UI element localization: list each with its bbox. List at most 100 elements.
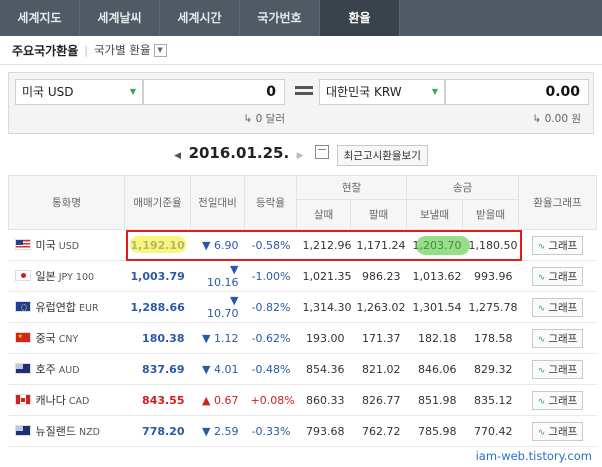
- table-row: 캐나다 CAD 843.55 ▲ 0.67 +0.08% 860.33 826.77 851.…: [8, 384, 597, 416]
- col-rate: 등락율: [244, 175, 297, 230]
- cash-sell-cell: 986.23: [350, 260, 407, 292]
- tab-world-map[interactable]: 세계지도: [0, 0, 80, 36]
- currency-code: JPY 100: [58, 272, 95, 283]
- remit-send-cell: 851.98: [406, 384, 463, 416]
- rate-cell: +0.08%: [244, 384, 297, 416]
- graph-icon: ∿: [537, 272, 546, 283]
- from-currency-select[interactable]: 미국 USD ▼: [15, 79, 143, 105]
- remit-send-cell: 1,013.62: [406, 260, 463, 292]
- graph-button[interactable]: ∿ 그래프: [531, 421, 584, 441]
- graph-button[interactable]: ∿ 그래프: [531, 390, 584, 410]
- graph-cell: ∿ 그래프: [518, 384, 597, 416]
- currency-code: NZD: [78, 427, 100, 438]
- change-cell: ▼ 10.70: [190, 291, 245, 323]
- col-cash-buy: 살때: [296, 199, 351, 230]
- table-row: ★ 중국 CNY 180.38 ▼ 1.12 -0.62% 193.00 171.37 182.…: [8, 322, 597, 354]
- cash-sell-cell: 821.02: [350, 353, 407, 385]
- currency-cell[interactable]: 캐나다 CAD: [8, 384, 125, 416]
- col-remit-receive: 받을때: [462, 199, 520, 230]
- flag-icon: [14, 270, 31, 281]
- remit-receive-cell: 1,275.78: [462, 291, 519, 323]
- currency-cell[interactable]: ★ 중국 CNY: [8, 322, 125, 354]
- col-currency: 통화명: [8, 175, 125, 230]
- from-amount-input[interactable]: 0: [143, 79, 285, 105]
- rate-cell: -0.82%: [244, 291, 297, 323]
- to-currency-select[interactable]: 대한민국 KRW ▼: [319, 79, 445, 105]
- graph-icon: ∿: [537, 427, 546, 438]
- standard-rate: 778.20: [124, 415, 191, 447]
- graph-button[interactable]: ∿ 그래프: [531, 328, 584, 348]
- currency-name: 중국: [35, 332, 56, 345]
- currency-name: 일본: [35, 270, 56, 283]
- prev-date-icon[interactable]: ◀: [174, 151, 181, 161]
- tab-country-code[interactable]: 국가번호: [240, 0, 320, 36]
- change-cell: ▼ 2.59: [190, 415, 245, 447]
- currency-code: AUD: [58, 365, 80, 376]
- exchange-rate-table: 통화명 매매기준율 전일대비 등락율 현찰 송금 환율그래프 살때 팔때 보낼때…: [8, 175, 598, 447]
- graph-button[interactable]: ∿ 그래프: [531, 297, 584, 317]
- graph-cell: ∿ 그래프: [518, 291, 597, 323]
- down-arrow-icon: ▼: [202, 424, 211, 438]
- flag-icon: [14, 239, 31, 250]
- change-value: 10.16: [207, 276, 239, 289]
- currency-name: 뉴질랜드: [35, 425, 76, 438]
- cash-buy-cell: 1,314.30: [296, 291, 351, 323]
- change-cell: ▲ 0.67: [190, 384, 245, 416]
- graph-button[interactable]: ∿ 그래프: [531, 266, 584, 286]
- tab-exchange-rate[interactable]: 환율: [320, 0, 400, 36]
- currency-cell[interactable]: 유럽연합 EUR: [8, 291, 125, 323]
- country-rate-dropdown[interactable]: 국가별 환율: [94, 42, 151, 58]
- graph-button-label: 그래프: [548, 363, 578, 376]
- flag-icon: ★: [14, 332, 31, 343]
- cash-sell-cell: 1,263.02: [350, 291, 407, 323]
- col-change: 전일대비: [190, 175, 245, 230]
- calendar-icon[interactable]: [315, 145, 330, 159]
- remit-send-cell: 182.18: [406, 322, 463, 354]
- down-arrow-icon: ▼: [202, 362, 211, 376]
- recent-rate-button[interactable]: 최근고시환율보기: [336, 144, 428, 166]
- tab-world-weather[interactable]: 세계날씨: [80, 0, 160, 36]
- rate-cell: -1.00%: [244, 260, 297, 292]
- graph-button-label: 그래프: [548, 425, 578, 438]
- divider: |: [84, 43, 88, 57]
- cash-sell-cell: 171.37: [350, 322, 407, 354]
- currency-converter: 미국 USD ▼ 0 대한민국 KRW ▼ 0.00 ↳ 0 달러 ↳ 0.00…: [8, 72, 594, 134]
- remit-receive-cell: 178.58: [462, 322, 519, 354]
- graph-icon: ∿: [537, 241, 546, 252]
- standard-rate: 1,288.66: [124, 291, 191, 323]
- table-row: 유럽연합 EUR 1,288.66 ▼ 10.70 -0.82% 1,314.30 1,26…: [8, 291, 597, 323]
- graph-button[interactable]: ∿ 그래프: [531, 235, 584, 255]
- down-arrow-icon: ▼: [202, 331, 211, 345]
- currency-cell[interactable]: 뉴질랜드 NZD: [8, 415, 125, 447]
- rate-cell: -0.33%: [244, 415, 297, 447]
- remit-send-cell: 1,301.54: [406, 291, 463, 323]
- graph-icon: ∿: [537, 396, 546, 407]
- change-value: 0.67: [214, 393, 239, 407]
- graph-button-label: 그래프: [548, 394, 578, 407]
- next-date-icon[interactable]: ▶: [297, 151, 304, 161]
- change-cell: ▼ 10.16: [190, 260, 245, 292]
- change-value: 1.12: [214, 331, 239, 345]
- from-amount-unit: ↳ 0 달러: [243, 113, 285, 125]
- currency-code: CAD: [68, 396, 90, 407]
- col-remit: 송금: [406, 175, 520, 200]
- currency-code: EUR: [78, 303, 99, 314]
- cash-sell-cell: 826.77: [350, 384, 407, 416]
- tab-world-time[interactable]: 세계시간: [160, 0, 240, 36]
- graph-button[interactable]: ∿ 그래프: [531, 359, 584, 379]
- currency-name: 캐나다: [35, 394, 66, 407]
- rate-cell: -0.62%: [244, 322, 297, 354]
- equals-icon: [295, 83, 313, 98]
- currency-cell[interactable]: 호주 AUD: [8, 353, 125, 385]
- to-amount-input[interactable]: 0.00: [445, 79, 589, 105]
- currency-name: 호주: [35, 363, 56, 376]
- currency-cell[interactable]: 미국 USD: [8, 229, 125, 261]
- top-nav: 세계지도 세계날씨 세계시간 국가번호 환율: [0, 0, 602, 36]
- watermark: iam-web.tistory.com: [473, 449, 594, 463]
- up-arrow-icon: ▲: [202, 393, 211, 407]
- col-standard-rate: 매매기준율: [124, 175, 191, 230]
- graph-cell: ∿ 그래프: [518, 260, 597, 292]
- remit-receive-cell: 993.96: [462, 260, 519, 292]
- chevron-down-icon[interactable]: ▼: [153, 43, 167, 57]
- currency-cell[interactable]: 일본 JPY 100: [8, 260, 125, 292]
